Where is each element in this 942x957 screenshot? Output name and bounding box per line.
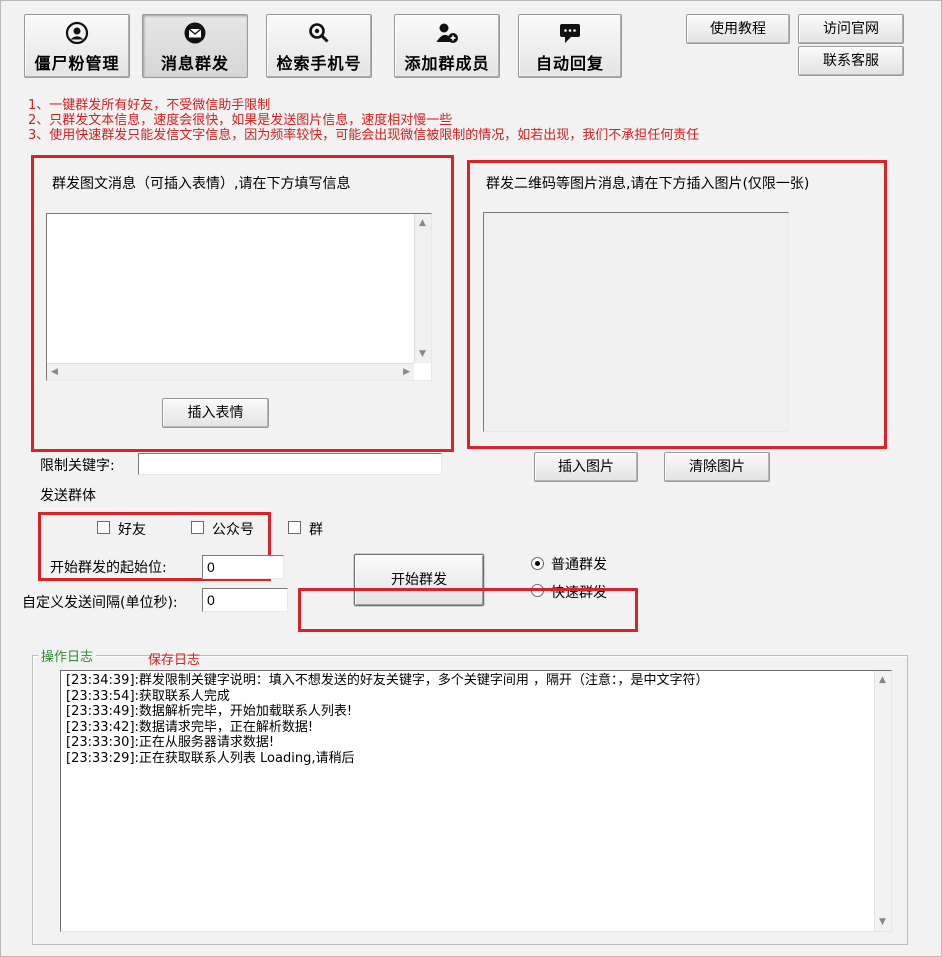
- official-account-label: 公众号: [212, 522, 254, 538]
- log-line: [23:34:39]:群发限制关键字说明：填入不想发送的好友关键字，多个关键字间…: [66, 673, 709, 688]
- start-position-input[interactable]: [202, 555, 284, 579]
- visit-website-button[interactable]: 访问官网: [798, 14, 904, 44]
- image-message-title: 群发二维码等图片消息,请在下方插入图片(仅限一张): [486, 176, 810, 192]
- log-line: [23:33:30]:正在从服务器请求数据!: [66, 735, 275, 750]
- log-lines: [23:34:39]:群发限制关键字说明：填入不想发送的好友关键字，多个关键字间…: [66, 673, 709, 766]
- groups-checkbox[interactable]: [288, 521, 301, 534]
- clear-image-button[interactable]: 清除图片: [664, 452, 770, 482]
- contact-support-button[interactable]: 联系客服: [798, 46, 904, 76]
- note-line: 1、一键群发所有好友，不受微信助手限制: [28, 98, 271, 113]
- button-label: 消息群发: [160, 54, 229, 73]
- auto-reply-button[interactable]: 自动回复: [518, 14, 622, 78]
- save-log-link[interactable]: 保存日志: [148, 649, 200, 668]
- log-title: 操作日志: [38, 646, 97, 665]
- zombie-fan-manage-button[interactable]: 僵尸粉管理: [24, 14, 130, 78]
- log-line: [23:33:42]:数据请求完毕，正在解析数据!: [66, 719, 314, 735]
- scroll-down-icon: ▼: [879, 917, 886, 927]
- user-circle-icon: [65, 21, 89, 45]
- groups-label: 群: [309, 522, 323, 538]
- tutorial-button[interactable]: 使用教程: [686, 14, 790, 44]
- log-line: [23:33:49]:数据解析完毕，开始加载联系人列表!: [66, 704, 353, 719]
- interval-input[interactable]: [202, 588, 288, 612]
- horizontal-scrollbar[interactable]: ◀ ▶: [47, 363, 414, 380]
- add-user-icon: [436, 23, 458, 43]
- button-label: 僵尸粉管理: [34, 54, 120, 73]
- keyword-input[interactable]: [138, 453, 442, 475]
- official-account-checkbox[interactable]: [191, 521, 204, 534]
- start-position-label: 开始群发的起始位:: [50, 560, 167, 576]
- envelope-icon: [184, 22, 206, 44]
- friends-label: 好友: [118, 522, 146, 538]
- log-area[interactable]: [23:34:39]:群发限制关键字说明：填入不想发送的好友关键字，多个关键字间…: [60, 670, 892, 932]
- log-scrollbar[interactable]: ▲ ▼: [874, 671, 891, 931]
- send-target-label: 发送群体: [40, 488, 96, 504]
- insert-emoji-button[interactable]: 插入表情: [162, 398, 269, 428]
- friends-checkbox[interactable]: [97, 521, 110, 534]
- insert-image-button[interactable]: 插入图片: [534, 452, 638, 482]
- scroll-right-icon: ▶: [403, 367, 410, 377]
- message-textarea[interactable]: ▲ ▼ ◀ ▶: [46, 213, 432, 381]
- button-label: 添加群成员: [404, 54, 490, 73]
- log-line: [23:33:54]:获取联系人完成: [66, 688, 230, 704]
- normal-send-label: 普通群发: [551, 557, 607, 573]
- note-line: 2、只群发文本信息，速度会很快，如果是发送图片信息，速度相对慢一些: [28, 113, 453, 128]
- mass-message-button[interactable]: 消息群发: [142, 14, 248, 78]
- add-group-member-button[interactable]: 添加群成员: [394, 14, 500, 78]
- keyword-label: 限制关键字:: [40, 458, 115, 474]
- scroll-up-icon: ▲: [879, 675, 886, 685]
- scroll-left-icon: ◀: [51, 367, 58, 377]
- vertical-scrollbar[interactable]: ▲ ▼: [414, 214, 431, 363]
- button-label: 检索手机号: [276, 54, 362, 73]
- text-message-title: 群发图文消息（可插入表情）,请在下方填写信息: [52, 176, 351, 192]
- scroll-down-icon: ▼: [419, 349, 426, 359]
- interval-label: 自定义发送间隔(单位秒):: [22, 595, 178, 611]
- search-phone-button[interactable]: 检索手机号: [266, 14, 372, 78]
- scroll-up-icon: ▲: [419, 218, 426, 228]
- note-line: 3、使用快速群发只能发信文字信息，因为频率较快，可能会出现微信被限制的情况，如若…: [28, 128, 700, 143]
- chat-bubble-icon: [560, 24, 580, 43]
- log-line: [23:33:29]:正在获取联系人列表 Loading,请稍后: [66, 750, 355, 766]
- normal-send-radio[interactable]: [531, 557, 544, 570]
- search-icon: [309, 23, 329, 43]
- button-label: 自动回复: [535, 54, 604, 73]
- fast-send-highlight: [298, 588, 638, 632]
- image-preview-box[interactable]: [483, 212, 789, 432]
